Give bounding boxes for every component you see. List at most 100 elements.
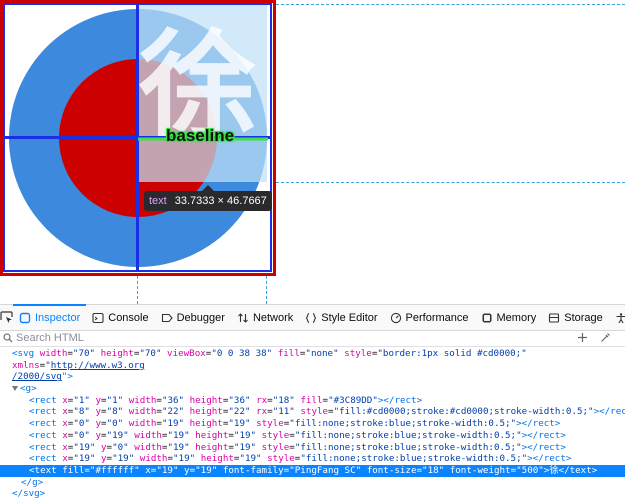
network-icon xyxy=(238,312,248,323)
tab-label: Console xyxy=(108,311,149,324)
attr-name: style xyxy=(261,441,290,453)
tab-accessibility[interactable]: Ac xyxy=(609,305,625,330)
tab-label: Debugger xyxy=(176,311,225,324)
namespace-link[interactable]: http://www.w3.org xyxy=(51,360,145,371)
attr-name: height xyxy=(100,348,134,359)
attr-value: "19" xyxy=(195,464,218,476)
attr-value: "19" xyxy=(161,418,185,430)
attr-value: "500" xyxy=(516,464,544,476)
attr-value: "1" xyxy=(106,394,124,406)
attr-value: "fill:none;stroke:blue;stroke-width:0.5;… xyxy=(294,441,522,453)
attr-value: "fill:#cd0000;stroke:#cd0000;stroke-widt… xyxy=(333,406,594,418)
tab-label: Memory xyxy=(496,311,537,324)
expand-arrow-icon[interactable] xyxy=(12,386,18,392)
markup-node-rect[interactable]: <rect x="19" y="19" width="19" height="1… xyxy=(0,453,625,465)
attr-name: fill xyxy=(277,348,300,359)
console-icon xyxy=(92,312,104,323)
attr-name: width xyxy=(39,348,68,359)
attr-value: "18" xyxy=(272,394,295,406)
markup-node-g[interactable]: <g> xyxy=(0,383,625,395)
attr-value: "22" xyxy=(161,406,185,418)
attr-name: height xyxy=(189,418,223,430)
markup-tree: <svg width="70" height="70" viewBox="0 0… xyxy=(0,348,625,500)
attr-name: width xyxy=(134,441,162,453)
attr-name: height xyxy=(200,453,234,465)
search-html-input[interactable] xyxy=(16,332,556,344)
attr-value: "border:1px solid #cd0000;" xyxy=(377,348,527,359)
element-picker-button[interactable] xyxy=(0,305,13,330)
attr-value: "none" xyxy=(305,348,339,359)
attr-value: "PingFang SC" xyxy=(289,464,362,476)
attr-value: "0" xyxy=(112,441,129,453)
tab-memory[interactable]: Memory xyxy=(475,305,543,330)
attr-name: width xyxy=(128,394,157,406)
attr-name: font-family xyxy=(222,464,284,476)
markup-node-text-selected[interactable]: <text fill="#ffffff" x="19" y="19" font-… xyxy=(0,464,625,477)
attr-value: "22" xyxy=(228,406,251,418)
tab-label: Style Editor xyxy=(321,311,378,324)
attr-value: "fill:none;stroke:blue;stroke-width:0.5;… xyxy=(294,429,522,441)
attr-name: fill xyxy=(62,464,85,476)
attr-value: "19" xyxy=(233,429,257,441)
attr-value: "19" xyxy=(228,418,251,430)
tab-debugger[interactable]: Debugger xyxy=(155,305,231,330)
attr-name: width xyxy=(134,429,162,441)
attr-name: style xyxy=(344,348,372,359)
eyedropper-icon xyxy=(601,333,610,342)
tab-network[interactable]: Network xyxy=(231,305,299,330)
attr-value: "19" xyxy=(233,441,257,453)
attr-value: "19" xyxy=(73,453,96,465)
plus-icon xyxy=(578,333,587,342)
markup-node-rect[interactable]: <rect x="1" y="1" width="36" height="36"… xyxy=(0,395,625,407)
attr-name: width xyxy=(139,453,168,465)
markup-node-svg[interactable]: <svg width="70" height="70" viewBox="0 0… xyxy=(0,348,625,383)
markup-node-rect[interactable]: <rect x="8" y="8" width="22" height="22"… xyxy=(0,406,625,418)
tab-performance[interactable]: Performance xyxy=(384,305,475,330)
attr-value: "19" xyxy=(173,453,196,465)
search-icon xyxy=(3,333,13,343)
element-picker-icon xyxy=(0,311,13,323)
tooltip-dimensions: 33.7333 × 46.7667 xyxy=(174,195,267,207)
debugger-icon xyxy=(161,313,173,322)
attr-name: width xyxy=(128,418,157,430)
storage-icon xyxy=(549,312,560,323)
attr-name: height xyxy=(189,394,223,406)
memory-icon xyxy=(481,312,492,323)
attr-value: "#3C89DD" xyxy=(328,394,378,406)
accessibility-icon xyxy=(616,312,625,323)
tab-inspector[interactable]: Inspector xyxy=(13,304,87,330)
markup-node-rect[interactable]: <rect x="19" y="0" width="19" height="19… xyxy=(0,442,625,454)
attr-value: "11" xyxy=(272,406,295,418)
markup-node-rect[interactable]: <rect x="0" y="19" width="19" height="19… xyxy=(0,430,625,442)
attr-name: height xyxy=(189,406,223,418)
tab-console[interactable]: Console xyxy=(86,305,154,330)
attr-value: "fill:none;stroke:blue;stroke-width:0.5;… xyxy=(300,453,528,465)
markup-node-rect[interactable]: <rect x="0" y="0" width="19" height="19"… xyxy=(0,418,625,430)
performance-icon xyxy=(390,312,401,323)
attr-value: "18" xyxy=(422,464,445,476)
markup-node-svg-close[interactable]: </svg> xyxy=(0,488,625,500)
tab-label: Network xyxy=(252,311,294,324)
namespace-link[interactable]: /2000/svg xyxy=(12,371,62,382)
eyedropper-button[interactable] xyxy=(600,330,611,346)
text-node-content: 徐 xyxy=(549,464,559,476)
attr-value: "1" xyxy=(73,394,90,406)
markup-children: <rect x="1" y="1" width="36" height="36"… xyxy=(0,395,625,465)
attr-value: "19" xyxy=(167,441,190,453)
attr-value: "19" xyxy=(106,429,129,441)
markup-node-g-close[interactable]: </g> xyxy=(0,477,625,489)
tab-style-editor[interactable]: Style Editor xyxy=(299,305,383,330)
attr-name: xmlns xyxy=(12,359,40,371)
attr-name: rx xyxy=(256,394,268,406)
add-node-button[interactable] xyxy=(577,330,588,346)
attr-value: "19" xyxy=(167,429,190,441)
attr-value: "fill:none;stroke:blue;stroke-width:0.5;… xyxy=(289,418,517,430)
element-tooltip: text 33.7333 × 46.7667 xyxy=(144,185,272,211)
attr-name: font-size xyxy=(366,464,417,476)
attr-name: rx xyxy=(256,406,268,418)
attr-name: width xyxy=(128,406,157,418)
inspector-icon xyxy=(19,312,31,323)
svg-render: 徐 xyxy=(0,0,276,276)
tab-storage[interactable]: Storage xyxy=(542,305,609,330)
attr-value: "36" xyxy=(228,394,251,406)
